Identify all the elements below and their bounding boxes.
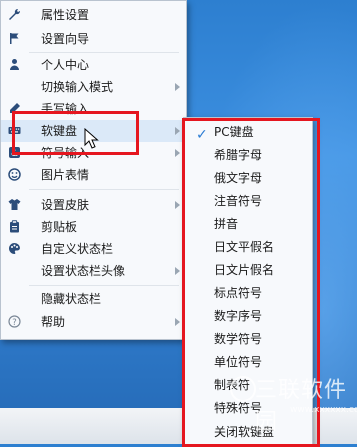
menu-separator [29, 189, 179, 190]
help-icon: ? [8, 315, 21, 328]
palette-icon [9, 242, 20, 254]
submenu-arrow-icon [175, 318, 180, 326]
menu-item-label: 隐藏状态栏 [41, 292, 102, 306]
submenu-arrow-icon [175, 267, 180, 275]
menu-item-label: 设置状态栏头像 [41, 264, 126, 278]
menu-item-clipboard[interactable]: 剪贴板 [1, 216, 186, 238]
menu-item-statusbar-avatar[interactable]: 设置状态栏头像 [1, 260, 186, 282]
tshirt-icon [8, 199, 21, 210]
menu-item-personal-center[interactable]: 个人中心 [1, 54, 186, 76]
menu-item-label: 切换输入模式 [41, 80, 114, 94]
menu-item-emoji-images[interactable]: 图片表情 [1, 164, 186, 186]
menu-item-label: 属性设置 [41, 8, 90, 22]
highlight-box [12, 111, 139, 155]
menu-item-switch-input-mode[interactable]: 切换输入模式 [1, 76, 186, 98]
submenu-arrow-icon [175, 201, 180, 209]
clipboard-icon [10, 220, 19, 233]
flag-icon [10, 33, 19, 44]
menu-item-label: 设置向导 [41, 32, 90, 46]
watermark-text: 三联软件园 [255, 378, 348, 435]
submenu-arrow-icon [175, 83, 180, 91]
wrench-icon [9, 8, 21, 20]
menu-item-help[interactable]: ? 帮助 [1, 311, 186, 333]
watermark-url: www.xxxxxx.com [290, 405, 357, 415]
menu-item-label: 剪贴板 [41, 220, 78, 234]
svg-text:?: ? [12, 318, 17, 328]
menu-item-label: 设置皮肤 [41, 198, 90, 212]
person-icon [10, 59, 19, 70]
menu-item-hide-statusbar[interactable]: 隐藏状态栏 [1, 288, 186, 310]
menu-separator [29, 52, 179, 53]
menu-item-properties[interactable]: 属性设置 [1, 4, 186, 26]
submenu-arrow-icon [175, 127, 180, 135]
watermark-logo-icon [230, 376, 256, 402]
menu-item-label: 帮助 [41, 315, 66, 329]
menu-item-label: 自定义状态栏 [41, 242, 114, 256]
mouse-cursor-icon [84, 128, 99, 149]
smiley-icon [8, 168, 21, 181]
menu-item-label: 个人中心 [41, 58, 90, 72]
menu-item-setup-wizard[interactable]: 设置向导 [1, 28, 186, 50]
submenu-arrow-icon [175, 149, 180, 157]
menu-item-label: 图片表情 [41, 168, 90, 182]
menu-item-skin[interactable]: 设置皮肤 [1, 194, 186, 216]
menu-separator [29, 285, 179, 286]
context-menu: 属性设置 设置向导 个人中心 切换输入模式 手写输入 软键盘 & 符号输入 图片… [0, 0, 187, 340]
menu-item-custom-statusbar[interactable]: 自定义状态栏 [1, 238, 186, 260]
